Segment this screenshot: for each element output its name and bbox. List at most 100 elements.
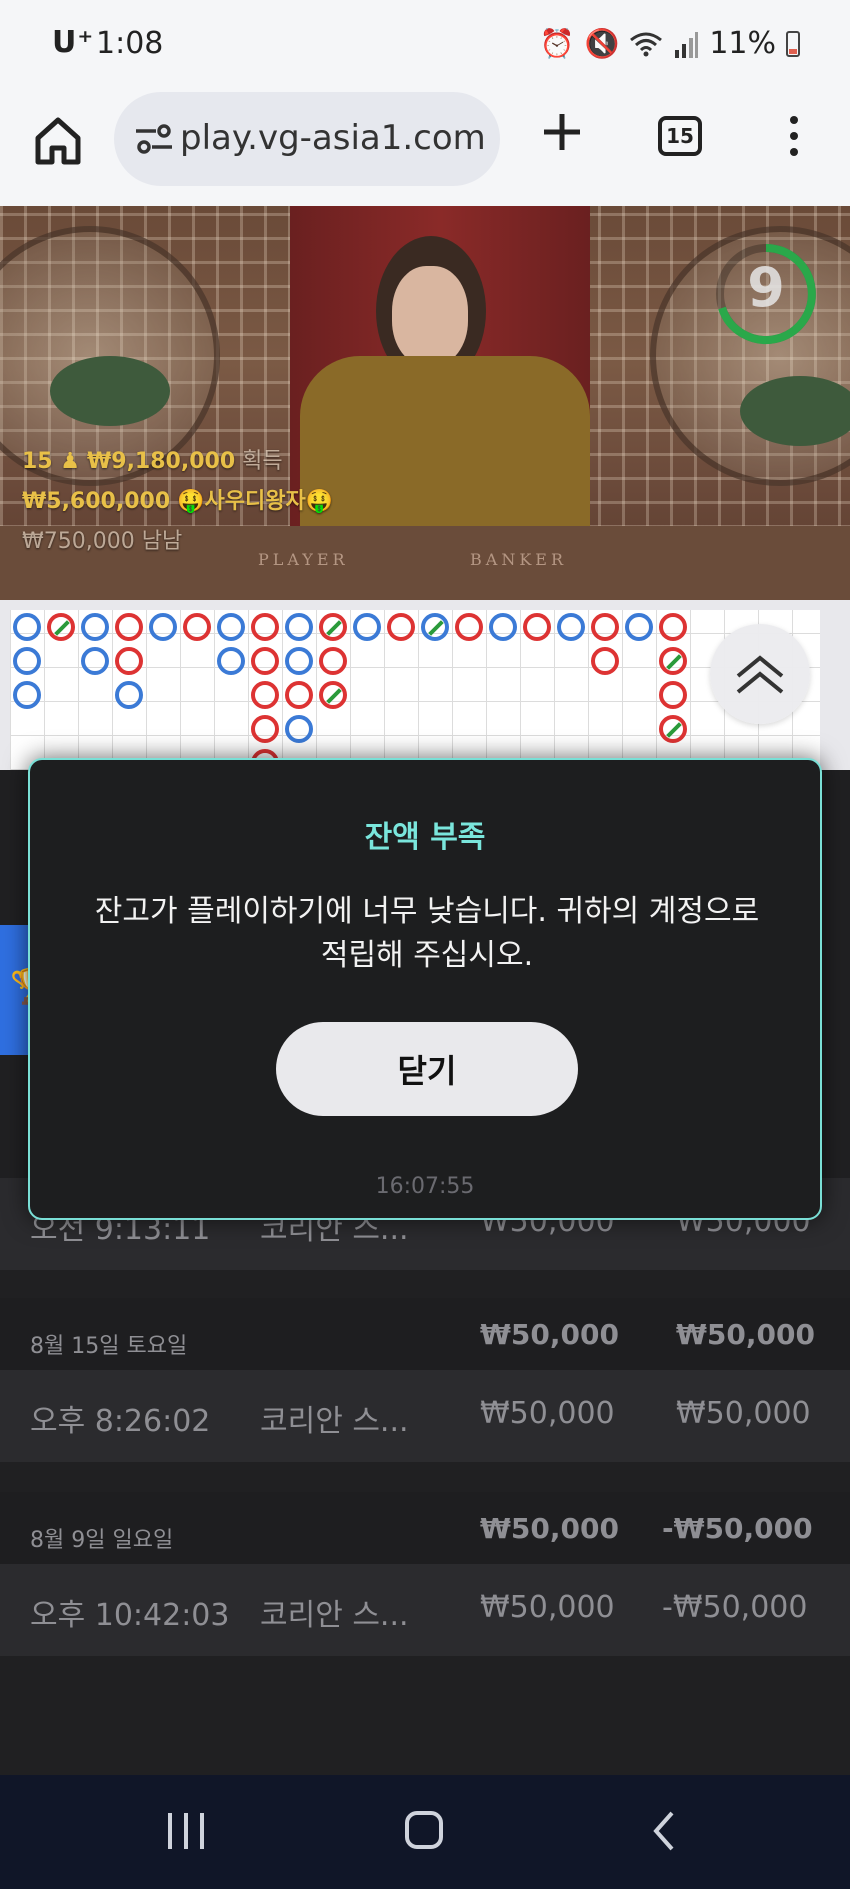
insufficient-balance-dialog: 잔액 부족 잔고가 플레이하기에 너무 낮습니다. 귀하의 계정으로 적립해 주… bbox=[28, 758, 822, 1220]
site-settings-icon[interactable] bbox=[134, 122, 174, 156]
banker-bead bbox=[319, 681, 347, 709]
player-bead bbox=[421, 613, 449, 641]
player-bead bbox=[115, 681, 143, 709]
banker-bead bbox=[659, 647, 687, 675]
history-result: ₩50,000 bbox=[676, 1396, 811, 1431]
history-bet: ₩50,000 bbox=[480, 1590, 615, 1625]
history-game: 코리안 스... bbox=[260, 1598, 409, 1633]
history-bet-total: ₩50,000 bbox=[480, 1512, 619, 1545]
winner-name: 🤑사우디왕자🤑 bbox=[177, 489, 334, 514]
winner-row: ₩5,600,000 🤑사우디왕자🤑 bbox=[22, 482, 333, 522]
player-bead bbox=[81, 647, 109, 675]
banker-bead bbox=[183, 613, 211, 641]
player-bead bbox=[625, 613, 653, 641]
more-menu-icon[interactable] bbox=[780, 112, 808, 162]
dialog-message: 잔고가 플레이하기에 너무 낮습니다. 귀하의 계정으로 적립해 주십시오. bbox=[94, 894, 760, 973]
banker-bead bbox=[251, 613, 279, 641]
history-date-header: 8월 15일 토요일 ₩50,000 ₩50,000 bbox=[0, 1298, 850, 1370]
tab-switcher-icon[interactable]: 15 bbox=[658, 116, 702, 156]
winner-name: 남남 bbox=[141, 529, 183, 554]
wifi-icon bbox=[630, 32, 663, 56]
player-bead bbox=[13, 681, 41, 709]
countdown-number: 9 bbox=[747, 256, 785, 319]
close-button[interactable]: 닫기 bbox=[276, 1022, 578, 1116]
player-bead bbox=[557, 613, 585, 641]
banker-bead bbox=[659, 715, 687, 743]
alarm-icon: ⏰ bbox=[539, 27, 575, 60]
history-row[interactable]: 오후 10:42:03 코리안 스... ₩50,000 -₩50,000 bbox=[0, 1564, 850, 1656]
history-time: 오후 10:42:03 bbox=[30, 1598, 230, 1633]
url-text: play.vg-asia1.com bbox=[180, 118, 486, 158]
banker-bead bbox=[47, 613, 75, 641]
history-row[interactable]: 오후 8:26:02 코리안 스... ₩50,000 ₩50,000 bbox=[0, 1370, 850, 1462]
carrier-label: U⁺ bbox=[52, 25, 95, 60]
player-bead bbox=[489, 613, 517, 641]
address-bar[interactable]: play.vg-asia1.com bbox=[114, 92, 500, 186]
winners-ticker: 15 ♟ ₩9,180,000 획득 ₩5,600,000 🤑사우디왕자🤑 ₩7… bbox=[22, 442, 333, 562]
home-nav-icon[interactable] bbox=[405, 1811, 443, 1849]
player-bead bbox=[285, 647, 313, 675]
banker-bead bbox=[319, 647, 347, 675]
battery-percent: 11% bbox=[709, 26, 776, 61]
browser-toolbar: play.vg-asia1.com 15 bbox=[0, 86, 850, 206]
history-result-total: -₩50,000 bbox=[662, 1512, 813, 1545]
clock: 1:08 bbox=[96, 26, 164, 61]
mute-icon: 🔇 bbox=[584, 27, 620, 60]
dealer-face bbox=[392, 266, 468, 366]
history-game: 코리안 스... bbox=[260, 1404, 409, 1439]
winner-suffix: 획득 bbox=[242, 449, 283, 474]
back-icon[interactable] bbox=[648, 1809, 680, 1853]
signal-icon bbox=[675, 31, 699, 58]
banker-bead bbox=[659, 681, 687, 709]
history-bet-total: ₩50,000 bbox=[480, 1318, 619, 1351]
player-bead bbox=[81, 613, 109, 641]
banker-bead bbox=[591, 613, 619, 641]
player-bead bbox=[13, 647, 41, 675]
history-date: 8월 9일 일요일 bbox=[30, 1528, 174, 1553]
dialog-timestamp: 16:07:55 bbox=[375, 1174, 475, 1199]
scroll-up-icon[interactable] bbox=[710, 624, 810, 724]
history-result: -₩50,000 bbox=[662, 1590, 808, 1625]
history-bet: ₩50,000 bbox=[480, 1396, 615, 1431]
winner-amount: ₩9,180,000 bbox=[87, 449, 236, 474]
banker-bead bbox=[523, 613, 551, 641]
banker-bead bbox=[251, 681, 279, 709]
player-bead bbox=[285, 715, 313, 743]
player-bead bbox=[217, 613, 245, 641]
history-result-total: ₩50,000 bbox=[676, 1318, 815, 1351]
banker-bead bbox=[285, 681, 313, 709]
player-bead bbox=[149, 613, 177, 641]
winner-row: ₩750,000 남남 bbox=[22, 522, 333, 562]
banker-bead bbox=[115, 647, 143, 675]
new-tab-icon[interactable] bbox=[538, 108, 586, 156]
banker-bead bbox=[251, 715, 279, 743]
winner-row: 15 ♟ ₩9,180,000 획득 bbox=[22, 442, 333, 482]
home-icon[interactable] bbox=[30, 112, 86, 168]
history-date-header: 8월 9일 일요일 ₩50,000 -₩50,000 bbox=[0, 1492, 850, 1564]
battery-icon bbox=[786, 30, 800, 57]
recent-apps-icon[interactable] bbox=[168, 1813, 204, 1849]
history-date: 8월 15일 토요일 bbox=[30, 1334, 188, 1359]
banker-bead bbox=[115, 613, 143, 641]
winner-amount: ₩5,600,000 bbox=[22, 489, 171, 514]
banker-bead bbox=[319, 613, 347, 641]
winner-prefix: 15 ♟ bbox=[22, 449, 80, 474]
bead-road-grid bbox=[10, 610, 820, 777]
history-time: 오후 8:26:02 bbox=[30, 1404, 211, 1439]
status-bar: U⁺ 1:08 ⏰ 🔇 11% bbox=[0, 0, 850, 86]
bonsai-left bbox=[50, 356, 170, 426]
winner-amount: ₩750,000 bbox=[22, 529, 135, 554]
player-bead bbox=[13, 613, 41, 641]
banker-bead bbox=[591, 647, 619, 675]
banker-label: BANKER bbox=[470, 550, 567, 569]
banker-bead bbox=[455, 613, 483, 641]
bonsai-right bbox=[740, 376, 850, 446]
player-bead bbox=[353, 613, 381, 641]
banker-bead bbox=[387, 613, 415, 641]
live-video-stream: PLAYER BANKER 9 15 ♟ ₩9,180,000 획득 ₩5,60… bbox=[0, 206, 850, 600]
player-bead bbox=[217, 647, 245, 675]
player-bead bbox=[285, 613, 313, 641]
banker-bead bbox=[659, 613, 687, 641]
system-nav-bar bbox=[0, 1775, 850, 1889]
banker-bead bbox=[251, 647, 279, 675]
